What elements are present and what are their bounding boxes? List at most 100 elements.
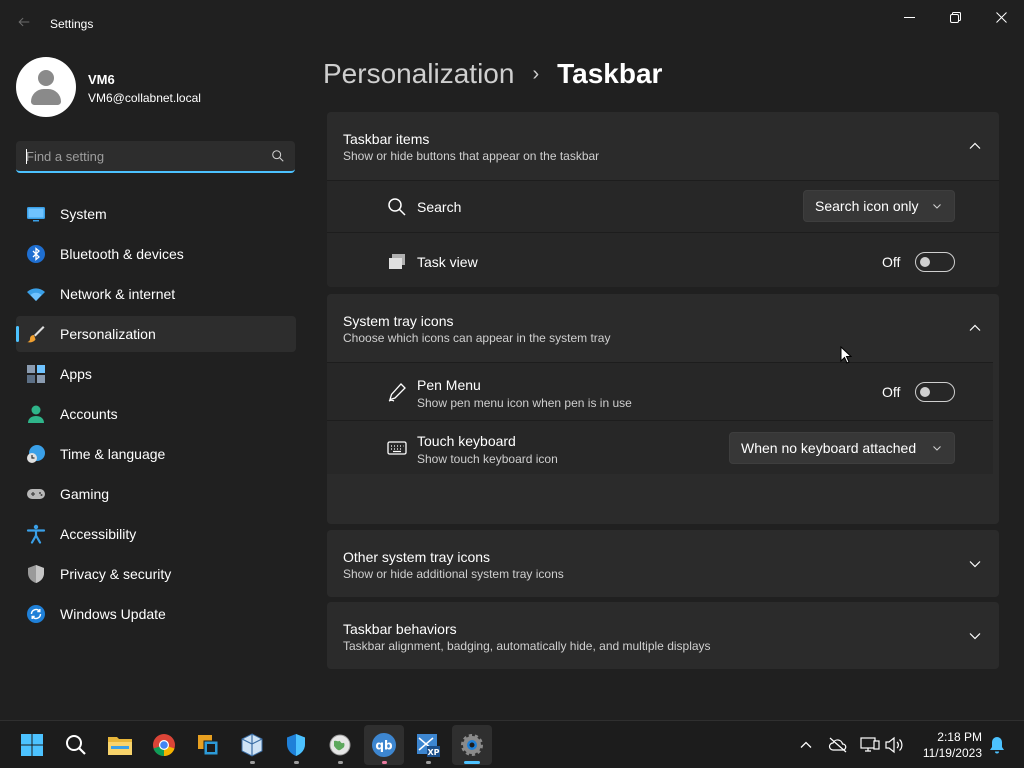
mouse-pointer-icon — [840, 346, 852, 364]
row-sublabel: Show touch keyboard icon — [417, 452, 558, 466]
profile-email: VM6@collabnet.local — [88, 91, 201, 105]
taskbar-app-network[interactable] — [188, 725, 228, 765]
section-subtitle: Show or hide additional system tray icon… — [343, 567, 564, 581]
breadcrumb-parent[interactable]: Personalization — [323, 58, 514, 90]
restore-button[interactable] — [932, 4, 978, 30]
gaming-icon — [27, 489, 45, 499]
bell-icon — [990, 737, 1004, 754]
sidebar-item-windows-update[interactable]: Windows Update — [16, 596, 296, 632]
section-other-tray-icons[interactable]: Other system tray icons Show or hide add… — [327, 530, 999, 597]
profile-name: VM6 — [88, 72, 115, 87]
sidebar-item-label: Windows Update — [60, 606, 166, 622]
row-label: Pen Menu — [417, 377, 481, 393]
section-header-other-tray-icons[interactable]: Other system tray icons Show or hide add… — [327, 530, 999, 597]
sidebar-item-label: Time & language — [60, 446, 166, 462]
taskbar-app-xp-mode[interactable]: XP — [408, 725, 448, 765]
back-arrow-icon[interactable] — [14, 14, 34, 34]
taskbar-app-virtualbox[interactable] — [232, 725, 272, 765]
cloud-offline-icon — [828, 737, 847, 753]
sidebar-item-time-language[interactable]: Time & language — [16, 436, 296, 472]
taskbar: qb XP 2:18 PM 11/19/2023 — [0, 720, 1024, 768]
avatar — [16, 57, 76, 117]
breadcrumb: Personalization › Taskbar — [323, 58, 662, 90]
taskbar-app-file-explorer[interactable] — [100, 725, 140, 765]
pen-menu-toggle[interactable] — [915, 382, 955, 402]
sidebar-item-network[interactable]: Network & internet — [16, 276, 296, 312]
clock-time: 2:18 PM — [937, 730, 982, 744]
chevron-down-icon[interactable] — [968, 557, 982, 571]
sidebar-item-privacy[interactable]: Privacy & security — [16, 556, 296, 592]
start-button[interactable] — [12, 725, 52, 765]
section-subtitle: Taskbar alignment, badging, automaticall… — [343, 639, 711, 653]
sidebar-item-accounts[interactable]: Accounts — [16, 396, 296, 432]
apps-icon — [27, 365, 45, 383]
row-label: Touch keyboard — [417, 433, 516, 449]
close-button[interactable] — [978, 4, 1024, 30]
minimize-button[interactable] — [886, 4, 932, 30]
task-view-toggle[interactable] — [915, 252, 955, 272]
dropdown-value: Search icon only — [815, 198, 919, 214]
taskbar-app-settings[interactable] — [452, 725, 492, 765]
xp-mode-icon: XP — [417, 734, 440, 757]
chevron-up-icon[interactable] — [968, 321, 982, 335]
touch-keyboard-dropdown[interactable]: When no keyboard attached — [729, 432, 955, 464]
section-title: Taskbar behaviors — [343, 621, 457, 637]
bluetooth-icon — [27, 245, 45, 263]
sidebar-item-label: Bluetooth & devices — [60, 246, 184, 262]
start-icon — [21, 734, 43, 756]
settings-search-box[interactable] — [16, 141, 295, 173]
search-icon — [272, 150, 284, 162]
section-title: System tray icons — [343, 313, 454, 329]
taskbar-app-qbittorrent[interactable]: qb — [364, 725, 404, 765]
taskbar-search-button[interactable] — [56, 725, 96, 765]
row-sublabel: Show pen menu icon when pen is in use — [417, 396, 632, 410]
system-clock[interactable]: 2:18 PM 11/19/2023 — [918, 729, 982, 761]
network-monitor-icon — [860, 737, 880, 752]
page-title: Taskbar — [557, 58, 663, 89]
sidebar-item-apps[interactable]: Apps — [16, 356, 296, 392]
tray-cloud-offline[interactable] — [828, 735, 848, 755]
sidebar-item-accessibility[interactable]: Accessibility — [16, 516, 296, 552]
chevron-up-icon — [800, 741, 812, 748]
chevron-up-icon[interactable] — [968, 139, 982, 153]
tray-network[interactable] — [860, 735, 880, 755]
dropdown-value: When no keyboard attached — [741, 440, 917, 456]
chrome-icon — [153, 734, 175, 757]
sidebar-item-bluetooth[interactable]: Bluetooth & devices — [16, 236, 296, 272]
show-hidden-icons-button[interactable] — [796, 735, 816, 755]
chevron-down-icon[interactable] — [968, 629, 982, 643]
setting-row-search: Search Search icon only — [327, 180, 999, 232]
search-mode-dropdown[interactable]: Search icon only — [803, 190, 955, 222]
section-header-system-tray-icons[interactable]: System tray icons Choose which icons can… — [327, 294, 999, 362]
section-subtitle: Choose which icons can appear in the sys… — [343, 331, 611, 345]
sidebar-item-personalization[interactable]: Personalization — [16, 316, 296, 352]
task-view-icon — [389, 254, 405, 269]
sidebar-item-label: Accounts — [60, 406, 118, 422]
notification-center-button[interactable] — [987, 735, 1007, 755]
volume-icon — [885, 736, 903, 754]
section-taskbar-items: Taskbar items Show or hide buttons that … — [327, 112, 999, 287]
section-header-taskbar-behaviors[interactable]: Taskbar behaviors Taskbar alignment, bad… — [327, 602, 999, 669]
section-header-taskbar-items[interactable]: Taskbar items Show or hide buttons that … — [327, 112, 999, 180]
toggle-state-label: Off — [882, 254, 901, 270]
svg-text:qb: qb — [375, 739, 393, 753]
keyboard-icon — [387, 441, 407, 455]
personalization-icon — [27, 326, 45, 343]
sidebar-item-gaming[interactable]: Gaming — [16, 476, 296, 512]
file-explorer-icon — [108, 737, 132, 755]
time-language-icon — [27, 445, 45, 463]
taskbar-app-browser[interactable] — [320, 725, 360, 765]
taskbar-app-windows-security[interactable] — [276, 725, 316, 765]
search-input[interactable] — [26, 147, 256, 165]
taskbar-app-chrome[interactable] — [144, 725, 184, 765]
sidebar-item-system[interactable]: System — [16, 196, 296, 232]
section-taskbar-behaviors[interactable]: Taskbar behaviors Taskbar alignment, bad… — [327, 602, 999, 669]
section-title: Other system tray icons — [343, 549, 491, 565]
row-label: Task view — [417, 254, 478, 270]
virtualbox-icon — [241, 733, 263, 757]
pen-icon — [388, 383, 406, 402]
setting-row-pen-menu: Pen Menu Show pen menu icon when pen is … — [327, 362, 993, 420]
section-title: Taskbar items — [343, 131, 430, 147]
text-caret — [26, 149, 27, 164]
tray-volume[interactable] — [884, 735, 904, 755]
